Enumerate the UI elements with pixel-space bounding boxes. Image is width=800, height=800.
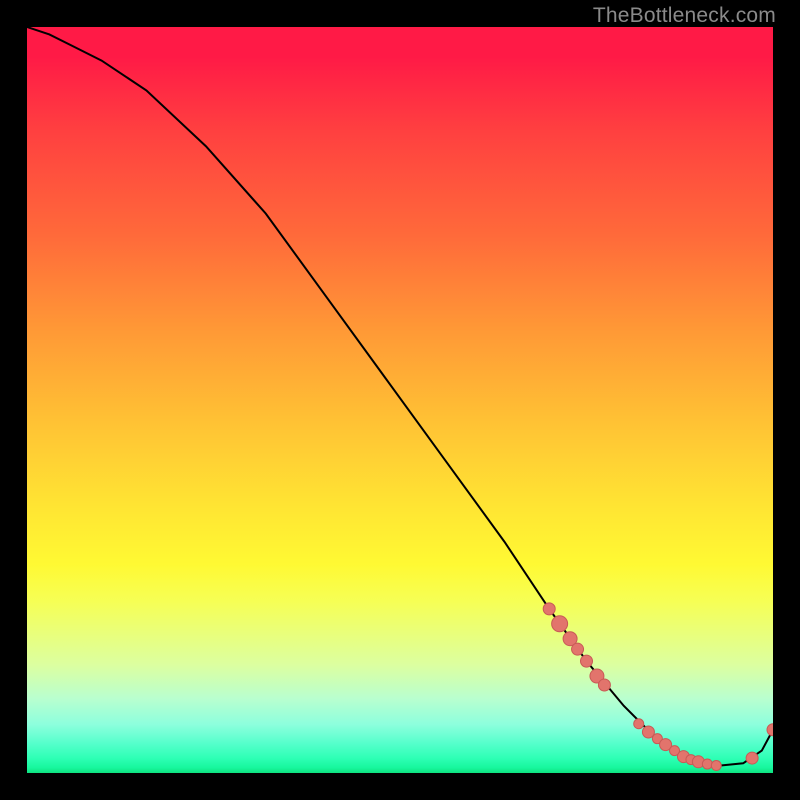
data-point: [702, 759, 712, 769]
watermark-text: TheBottleneck.com: [593, 4, 776, 28]
data-point: [660, 739, 672, 751]
curve-layer: [27, 27, 773, 773]
data-point: [670, 746, 680, 756]
marker-layer: [27, 27, 773, 773]
data-point: [767, 724, 773, 736]
data-point: [552, 616, 568, 632]
bottleneck-curve: [27, 27, 773, 766]
plot-area: [27, 27, 773, 773]
markers-group: [543, 603, 773, 771]
data-point: [746, 752, 758, 764]
data-point: [652, 734, 662, 744]
data-point: [642, 726, 654, 738]
chart-stage: TheBottleneck.com: [0, 0, 800, 800]
data-point: [581, 655, 593, 667]
data-point: [692, 756, 704, 768]
data-point: [563, 632, 577, 646]
data-point: [711, 761, 721, 771]
data-point: [543, 603, 555, 615]
data-point: [677, 751, 689, 763]
data-point: [572, 643, 584, 655]
data-point: [634, 719, 644, 729]
data-point: [686, 755, 696, 765]
data-point: [598, 679, 610, 691]
data-point: [590, 669, 604, 683]
